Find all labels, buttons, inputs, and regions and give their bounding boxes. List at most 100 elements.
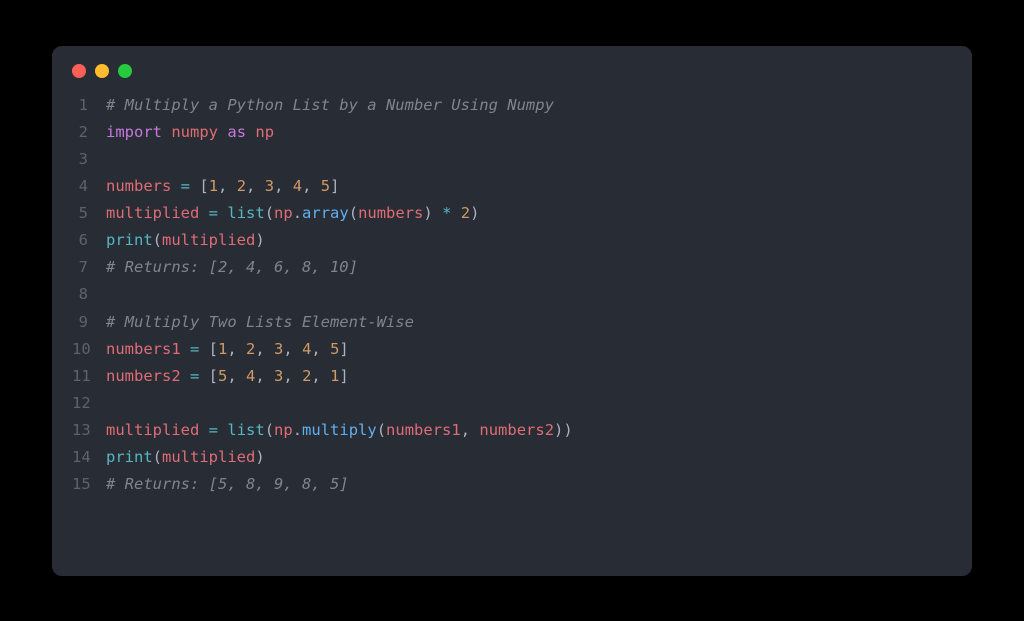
- code-token: numbers1: [106, 340, 181, 358]
- code-line: 4numbers = [1, 2, 3, 4, 5]: [72, 173, 952, 200]
- code-line: 8: [72, 281, 952, 308]
- code-token: 2: [461, 204, 470, 222]
- line-number: 5: [72, 200, 106, 227]
- code-token: 4: [293, 177, 302, 195]
- code-token: (: [377, 421, 386, 439]
- code-token: [: [199, 367, 218, 385]
- code-token: np: [255, 123, 274, 141]
- line-number: 4: [72, 173, 106, 200]
- code-token: list: [227, 204, 264, 222]
- code-token: ]: [330, 177, 339, 195]
- code-token: (: [265, 421, 274, 439]
- line-number: 12: [72, 390, 106, 417]
- code-token: # Multiply a Python List by a Number Usi…: [106, 96, 554, 114]
- code-token: list: [227, 421, 264, 439]
- code-token: np: [274, 204, 293, 222]
- code-content: multiplied = list(np.multiply(numbers1, …: [106, 417, 573, 444]
- code-token: ]: [339, 367, 348, 385]
- code-token: 1: [218, 340, 227, 358]
- code-token: ,: [227, 340, 246, 358]
- code-content: # Returns: [2, 4, 6, 8, 10]: [106, 254, 358, 281]
- code-token: [171, 177, 180, 195]
- code-token: ,: [218, 177, 237, 195]
- code-area: 1 # Multiply a Python List by a Number Us…: [52, 92, 972, 499]
- code-token: 4: [246, 367, 255, 385]
- line-number: 7: [72, 254, 106, 281]
- code-line: 13multiplied = list(np.multiply(numbers1…: [72, 417, 952, 444]
- code-token: [246, 123, 255, 141]
- code-token: ,: [311, 340, 330, 358]
- code-content: # Multiply Two Lists Element-Wise: [106, 309, 414, 336]
- maximize-icon[interactable]: [118, 64, 132, 78]
- line-number: 15: [72, 471, 106, 498]
- code-token: multiply: [302, 421, 377, 439]
- code-token: ,: [302, 177, 321, 195]
- code-line: 6print(multiplied): [72, 227, 952, 254]
- code-line: 9# Multiply Two Lists Element-Wise: [72, 309, 952, 336]
- code-content: print(multiplied): [106, 227, 265, 254]
- code-token: (: [265, 204, 274, 222]
- code-token: =: [190, 340, 199, 358]
- code-token: 3: [274, 340, 283, 358]
- code-line: 5multiplied = list(np.array(numbers) * 2…: [72, 200, 952, 227]
- code-line: 1# Multiply a Python List by a Number Us…: [72, 92, 952, 119]
- code-content: numbers2 = [5, 4, 3, 2, 1]: [106, 363, 349, 390]
- code-token: .: [293, 204, 302, 222]
- code-content: # Returns: [5, 8, 9, 8, 5]: [106, 471, 349, 498]
- code-token: [199, 421, 208, 439]
- code-token: [181, 367, 190, 385]
- line-number: 13: [72, 417, 106, 444]
- code-token: *: [442, 204, 451, 222]
- code-token: ,: [283, 367, 302, 385]
- code-token: multiplied: [162, 448, 255, 466]
- code-token: ,: [255, 340, 274, 358]
- code-token: # Returns: [5, 8, 9, 8, 5]: [106, 475, 349, 493]
- code-token: 5: [321, 177, 330, 195]
- code-token: import: [106, 123, 162, 141]
- code-token: [218, 421, 227, 439]
- line-number: 6: [72, 227, 106, 254]
- close-icon[interactable]: [72, 64, 86, 78]
- code-token: (: [153, 231, 162, 249]
- code-line: 10numbers1 = [1, 2, 3, 4, 5]: [72, 336, 952, 363]
- code-token: .: [293, 421, 302, 439]
- code-token: multiplied: [162, 231, 255, 249]
- code-token: [218, 204, 227, 222]
- line-number: 14: [72, 444, 106, 471]
- code-line: 11numbers2 = [5, 4, 3, 2, 1]: [72, 363, 952, 390]
- code-token: 2: [302, 367, 311, 385]
- code-token: [162, 123, 171, 141]
- code-content: [106, 146, 115, 173]
- code-token: 1: [209, 177, 218, 195]
- line-number: 3: [72, 146, 106, 173]
- code-token: ): [255, 231, 264, 249]
- code-token: ,: [311, 367, 330, 385]
- code-token: multiplied: [106, 204, 199, 222]
- code-token: numbers: [358, 204, 423, 222]
- code-token: (: [153, 448, 162, 466]
- minimize-icon[interactable]: [95, 64, 109, 78]
- code-token: [181, 340, 190, 358]
- code-token: ,: [283, 340, 302, 358]
- code-token: 3: [274, 367, 283, 385]
- code-token: numbers: [106, 177, 171, 195]
- line-number: 10: [72, 336, 106, 363]
- code-token: ,: [246, 177, 265, 195]
- code-token: multiplied: [106, 421, 199, 439]
- code-token: 5: [218, 367, 227, 385]
- code-token: ,: [255, 367, 274, 385]
- code-token: =: [190, 367, 199, 385]
- code-token: 2: [246, 340, 255, 358]
- code-line: 15# Returns: [5, 8, 9, 8, 5]: [72, 471, 952, 498]
- code-token: array: [302, 204, 349, 222]
- code-token: =: [209, 204, 218, 222]
- code-token: =: [181, 177, 190, 195]
- code-token: ]: [339, 340, 348, 358]
- code-token: numbers2: [106, 367, 181, 385]
- code-token: # Returns: [2, 4, 6, 8, 10]: [106, 258, 358, 276]
- code-token: 3: [265, 177, 274, 195]
- code-token: )): [554, 421, 573, 439]
- code-token: as: [227, 123, 246, 141]
- line-number: 2: [72, 119, 106, 146]
- code-token: # Multiply Two Lists Element-Wise: [106, 313, 414, 331]
